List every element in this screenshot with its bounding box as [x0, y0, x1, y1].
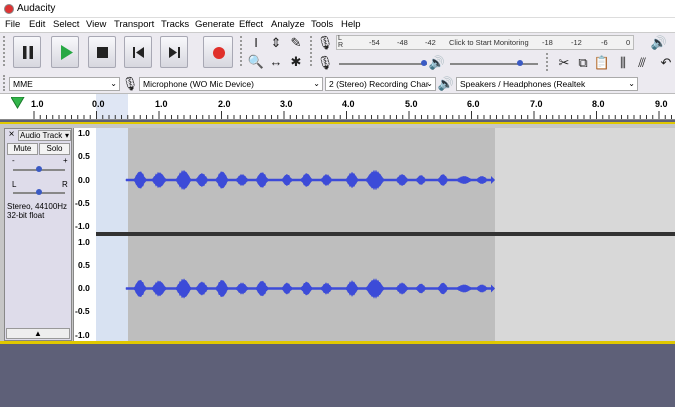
- play-button[interactable]: [51, 36, 79, 68]
- right-channel-waveform[interactable]: [96, 236, 675, 341]
- toolbar-grip[interactable]: [240, 36, 244, 66]
- zoom-tool-icon[interactable]: 🔍: [247, 53, 265, 70]
- record-icon: [213, 47, 225, 59]
- chevron-down-icon: ⌄: [313, 79, 320, 88]
- audio-host-dropdown[interactable]: MME ⌄: [9, 77, 120, 91]
- ruler-ticks: [33, 111, 672, 119]
- skip-to-end-button[interactable]: [160, 36, 188, 68]
- multi-tool-icon[interactable]: ✱: [287, 53, 305, 70]
- menu-transport[interactable]: Transport: [114, 19, 154, 30]
- microphone-icon: 🎙: [121, 76, 139, 91]
- record-meter[interactable]: L R -54 -48 -42 Click to Start Monitorin…: [336, 35, 634, 50]
- timeline-ruler[interactable]: 1.0 0.0 1.0 2.0 3.0 4.0 5.0 6.0 7.0 8.0 …: [0, 93, 675, 120]
- solo-button[interactable]: Solo: [39, 143, 70, 155]
- playback-meter-icon[interactable]: 🔊: [650, 34, 668, 51]
- toolbar-grip[interactable]: [310, 36, 314, 66]
- cut-icon[interactable]: ✂: [555, 54, 573, 71]
- title-bar: Audacity: [0, 0, 675, 18]
- skip-end-icon: [169, 47, 180, 58]
- play-icon: [61, 45, 73, 60]
- waveform: [125, 169, 495, 191]
- menu-effect[interactable]: Effect: [239, 19, 263, 30]
- track-focus-border: [0, 341, 675, 344]
- collapse-track-button[interactable]: ▲: [6, 328, 70, 339]
- left-channel-waveform[interactable]: [96, 128, 675, 232]
- recording-channels-dropdown[interactable]: 2 (Stereo) Recording Char ⌄: [325, 77, 436, 91]
- stop-icon: [97, 47, 108, 58]
- menu-tools[interactable]: Tools: [311, 19, 333, 30]
- menu-edit[interactable]: Edit: [29, 19, 45, 30]
- silence-icon[interactable]: ⫻: [633, 54, 651, 71]
- pause-button[interactable]: [13, 36, 41, 68]
- speaker-icon: 🔊: [437, 76, 455, 91]
- pan-slider-knob[interactable]: [36, 189, 42, 195]
- menu-analyze[interactable]: Analyze: [271, 19, 305, 30]
- gain-slider-knob[interactable]: [36, 166, 42, 172]
- playback-device-dropdown[interactable]: Speakers / Headphones (Realtek ⌄: [456, 77, 638, 91]
- envelope-tool-icon[interactable]: ⇕: [267, 34, 285, 51]
- toolbar-grip[interactable]: [3, 75, 7, 91]
- close-track-icon[interactable]: ×: [6, 130, 17, 141]
- menu-help[interactable]: Help: [341, 19, 361, 30]
- paste-icon[interactable]: 📋: [593, 54, 611, 71]
- menu-generate[interactable]: Generate: [195, 19, 235, 30]
- copy-icon[interactable]: ⧉: [574, 54, 592, 71]
- stop-button[interactable]: [88, 36, 116, 68]
- timeshift-tool-icon[interactable]: ↔: [267, 53, 285, 70]
- mic-volume-icon: 🎙: [316, 55, 334, 70]
- undo-icon[interactable]: ↶: [657, 54, 675, 71]
- record-meter-icon[interactable]: 🎙: [316, 34, 334, 51]
- menu-bar: File Edit Select View Transport Tracks G…: [0, 18, 675, 32]
- menu-view[interactable]: View: [86, 19, 106, 30]
- chevron-down-icon: ⌄: [110, 79, 117, 88]
- track-name-menu[interactable]: Audio Track ▾: [18, 130, 71, 141]
- track-control-panel: × Audio Track ▾ Mute Solo - + L R Stereo,…: [4, 128, 72, 341]
- record-button[interactable]: [203, 36, 233, 68]
- window-title: Audacity: [17, 3, 56, 14]
- vertical-scale: 1.0 0.5 0.0 -0.5 -1.0 1.0 0.5 0.0 -0.5 -…: [73, 128, 96, 341]
- chevron-down-icon: ⌄: [628, 79, 635, 88]
- record-volume-knob[interactable]: [421, 60, 427, 66]
- trim-icon[interactable]: ⫼: [614, 54, 632, 71]
- monitor-hint[interactable]: Click to Start Monitoring: [449, 38, 529, 47]
- draw-tool-icon[interactable]: ✎: [287, 34, 305, 51]
- menu-tracks[interactable]: Tracks: [161, 19, 189, 30]
- waveform: [125, 277, 495, 300]
- track-format-rate: Stereo, 44100Hz: [7, 202, 68, 211]
- toolbar-grip[interactable]: [546, 53, 550, 71]
- chevron-down-icon: ▾: [64, 131, 69, 140]
- chevron-down-icon: ⌄: [426, 79, 433, 88]
- toolbar-grip[interactable]: [3, 36, 7, 66]
- track-format-bits: 32-bit float: [7, 211, 45, 220]
- playhead-pin-icon[interactable]: [11, 97, 25, 109]
- mute-button[interactable]: Mute: [7, 143, 38, 155]
- app-logo-icon: [4, 4, 14, 14]
- pause-icon: [23, 46, 33, 59]
- recording-device-dropdown[interactable]: Microphone (WO Mic Device) ⌄: [139, 77, 323, 91]
- skip-to-start-button[interactable]: [124, 36, 152, 68]
- record-volume-slider[interactable]: [339, 63, 427, 65]
- skip-start-icon: [133, 47, 144, 58]
- playback-volume-knob[interactable]: [517, 60, 523, 66]
- playback-volume-slider[interactable]: [450, 63, 538, 65]
- selection-tool-icon[interactable]: I: [247, 34, 265, 51]
- speaker-volume-icon: 🔊: [428, 55, 446, 70]
- menu-select[interactable]: Select: [53, 19, 79, 30]
- menu-file[interactable]: File: [5, 19, 20, 30]
